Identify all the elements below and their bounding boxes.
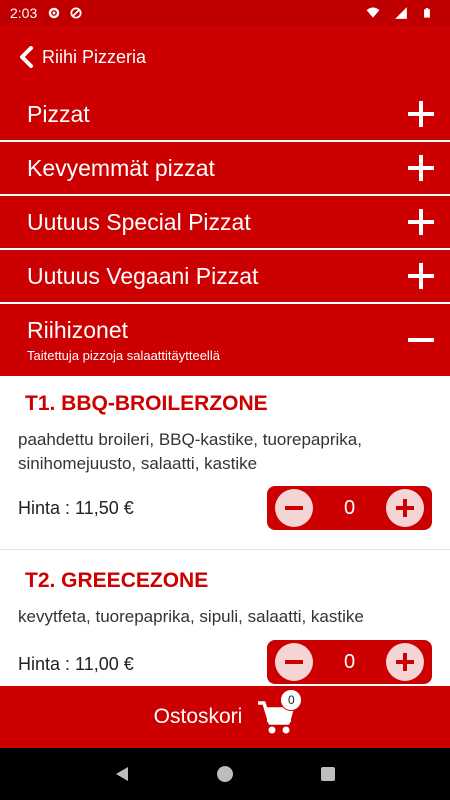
cart-button[interactable]: Ostoskori 0 [0,686,450,748]
category-label: Kevyemmät pizzat [27,154,215,181]
minus-icon [285,660,303,664]
product-price: Hinta : 11,00 € [18,654,134,674]
minus-icon[interactable] [408,327,434,353]
nav-recents-icon[interactable] [319,765,337,783]
category-label: Uutuus Vegaani Pizzat [27,262,259,289]
quantity-stepper: 0 [267,640,432,684]
plus-icon [396,653,414,671]
product-name: T2. GREECEZONE [25,569,209,592]
category-riihizonet[interactable]: Riihizonet Taitettuja pizzoja salaattitä… [0,304,450,376]
decrease-button[interactable] [275,489,313,527]
app-header: Riihi Pizzeria [0,26,450,88]
system-nav-bar [0,748,450,800]
category-label: Pizzat [27,100,90,127]
decrease-button[interactable] [275,643,313,681]
cart-label: Ostoskori [153,705,243,728]
plus-icon[interactable] [408,209,434,235]
quantity-value: 0 [343,650,356,673]
nav-back-icon[interactable] [113,765,131,783]
category-label: Riihizonet [27,317,128,343]
cart-icon-wrapper: 0 [256,689,303,737]
plus-icon[interactable] [408,263,434,289]
sync-icon [70,7,82,19]
plus-icon[interactable] [408,101,434,127]
status-bar: 2:03 [0,0,450,26]
battery-icon [424,8,430,18]
page-title[interactable]: Riihi Pizzeria [42,47,146,68]
plus-icon[interactable] [408,155,434,181]
category-label: Uutuus Special Pizzat [27,208,251,235]
plus-icon [396,499,414,517]
wifi-icon [366,7,380,18]
back-chevron-icon[interactable] [18,46,36,68]
quantity-stepper: 0 [267,486,432,530]
category-uutuus-special-pizzat[interactable]: Uutuus Special Pizzat [0,196,450,250]
quantity-value: 0 [343,496,356,519]
product-name: T1. BBQ-BROILERZONE [25,392,268,415]
status-time: 2:03 [10,5,38,21]
product-description: paahdettu broileri, BBQ-kastike, tuorepa… [18,430,362,473]
settings-icon [49,7,60,19]
increase-button[interactable] [386,489,424,527]
category-kevyemmat-pizzat[interactable]: Kevyemmät pizzat [0,142,450,196]
increase-button[interactable] [386,643,424,681]
category-pizzat[interactable]: Pizzat [0,88,450,142]
nav-home-icon[interactable] [216,765,234,783]
product-card: T2. GREECEZONE kevytfeta, tuorepaprika, … [0,550,450,686]
category-subtitle: Taitettuja pizzoja salaattitäytteellä [27,348,220,363]
product-card: T1. BBQ-BROILERZONE paahdettu broileri, … [0,376,450,550]
category-uutuus-vegaani-pizzat[interactable]: Uutuus Vegaani Pizzat [0,250,450,304]
minus-icon [285,506,303,510]
signal-icon [395,7,407,19]
cart-count-badge: 0 [280,689,303,711]
product-description: kevytfeta, tuorepaprika, sipuli, salaatt… [18,607,364,626]
product-price: Hinta : 11,50 € [18,498,134,518]
